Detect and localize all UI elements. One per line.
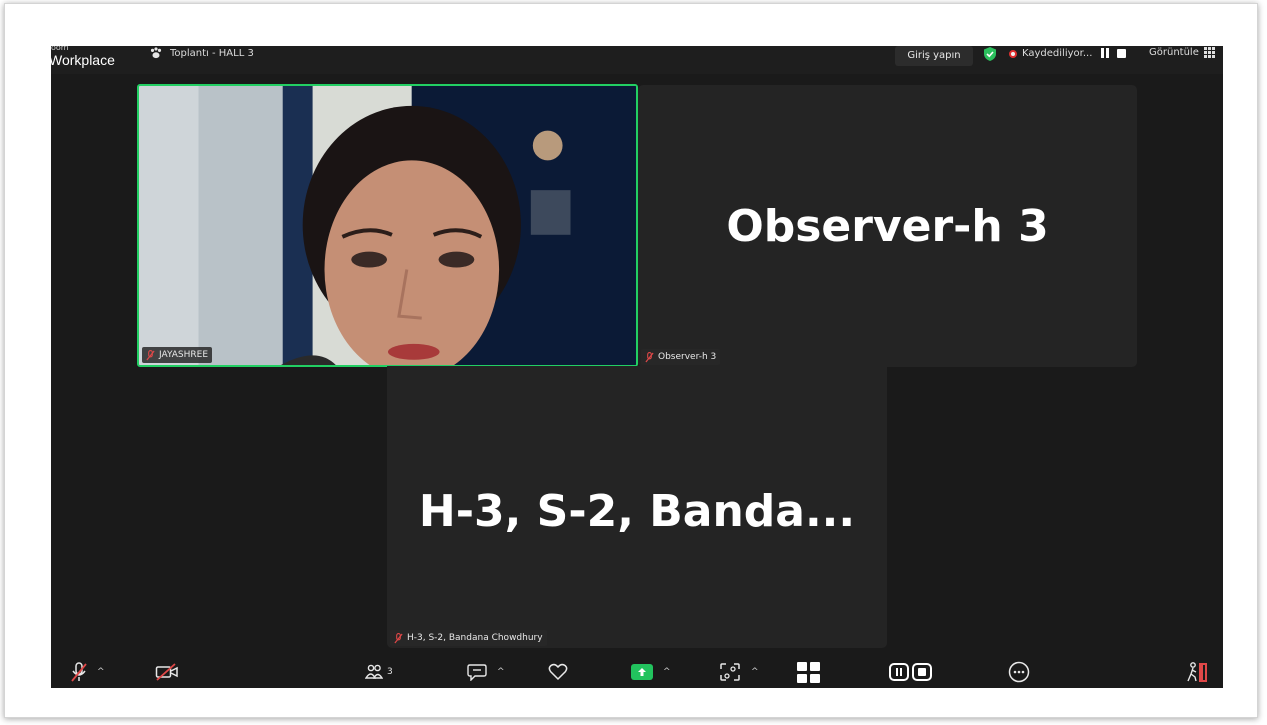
view-label: Görüntüle: [1149, 47, 1199, 58]
leave-button[interactable]: [1185, 661, 1209, 683]
grid-view-icon: [1203, 47, 1215, 58]
reactions-button[interactable]: [548, 661, 568, 683]
mic-muted-icon: [645, 351, 654, 362]
paw-icon: [150, 47, 162, 59]
mute-button[interactable]: ^: [71, 661, 105, 683]
recording-label: Kaydediliyor...: [1022, 48, 1093, 59]
participant-name: H-3, S-2, Bandana Chowdhury: [407, 633, 543, 643]
participants-icon: [365, 664, 383, 679]
video-tile-observer[interactable]: Observer-h 3 Observer-h 3: [638, 85, 1137, 367]
meeting-window: oom Workplace Toplantı - HALL 3 Giriş ya…: [51, 46, 1223, 688]
participant-name-tag: JAYASHREE: [142, 347, 213, 363]
stop-icon[interactable]: [912, 663, 932, 681]
apps-grid-icon: [797, 661, 820, 683]
focus-frame-icon: [720, 663, 740, 681]
participant-name: JAYASHREE: [159, 350, 209, 360]
title-bar: oom Workplace Toplantı - HALL 3 Giriş ya…: [51, 46, 1223, 74]
chat-icon: [467, 664, 487, 681]
mic-muted-icon: [71, 662, 87, 682]
signin-button[interactable]: Giriş yapın: [895, 46, 973, 66]
pause-icon[interactable]: [889, 663, 909, 681]
mic-muted-icon: [146, 349, 155, 360]
more-button[interactable]: [1008, 661, 1030, 683]
mic-options-caret-icon[interactable]: ^: [97, 667, 105, 677]
more-options-icon: [1008, 661, 1030, 683]
share-screen-icon: [631, 664, 653, 680]
share-options-caret-icon[interactable]: ^: [663, 667, 671, 677]
video-tile-bandana[interactable]: H-3, S-2, Banda... H-3, S-2, Bandana Cho…: [387, 366, 887, 648]
participant-name-tag: H-3, S-2, Bandana Chowdhury: [390, 630, 547, 646]
shield-check-icon[interactable]: [982, 46, 998, 62]
camera-feed: [139, 86, 636, 365]
apps-button[interactable]: [797, 661, 820, 683]
recording-dot-icon: [1009, 49, 1017, 58]
brand-name: Workplace: [51, 52, 115, 68]
screenshot-frame: oom Workplace Toplantı - HALL 3 Giriş ya…: [4, 3, 1258, 718]
video-off-icon: [155, 663, 178, 681]
mic-muted-icon: [394, 632, 403, 643]
video-button[interactable]: [155, 661, 179, 683]
recording-indicator[interactable]: Kaydediliyor...: [1009, 48, 1092, 59]
participant-name: Observer-h 3: [658, 352, 717, 362]
pause-recording-icon[interactable]: [1101, 48, 1109, 58]
participant-name-tag: Observer-h 3: [641, 349, 721, 365]
chat-options-caret-icon[interactable]: ^: [497, 667, 505, 677]
record-controls-icon: [889, 663, 932, 681]
record-controls[interactable]: [889, 661, 932, 683]
stop-recording-icon[interactable]: [1117, 49, 1126, 58]
participants-count: 3: [387, 667, 393, 677]
view-button[interactable]: Görüntüle: [1149, 47, 1215, 58]
participants-button[interactable]: 3: [365, 661, 393, 683]
share-screen-button[interactable]: ^: [631, 661, 671, 683]
meeting-title: Toplantı - HALL 3: [170, 47, 254, 59]
meeting-info[interactable]: Toplantı - HALL 3: [149, 46, 254, 60]
summary-button[interactable]: ^: [719, 661, 759, 683]
summary-options-caret-icon[interactable]: ^: [751, 667, 759, 677]
participant-display-name: H-3, S-2, Banda...: [418, 486, 856, 537]
participant-display-name: Observer-h 3: [726, 201, 1049, 252]
chat-button[interactable]: ^: [467, 661, 505, 683]
video-tile-jayashree[interactable]: JAYASHREE: [137, 84, 638, 367]
leave-meeting-icon: [1187, 662, 1207, 682]
heart-icon: [548, 663, 568, 681]
meeting-toolbar: ^ 3 ^ ^ ^: [51, 654, 1223, 688]
